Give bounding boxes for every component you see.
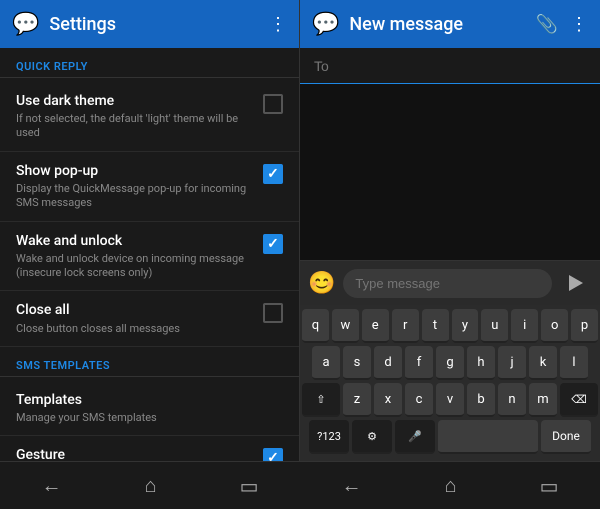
recent-button-right[interactable]: ▭ xyxy=(532,466,567,506)
key-d[interactable]: d xyxy=(374,346,402,380)
right-bottom-nav: ← ⌂ ▭ xyxy=(300,461,600,509)
setting-close-all[interactable]: Close all Close button closes all messag… xyxy=(0,291,299,346)
mic-key[interactable]: 🎤 xyxy=(395,420,435,454)
key-m[interactable]: m xyxy=(529,383,557,417)
keyboard: q w e r t y u i o p a s d f g h j k l ⇧ … xyxy=(300,305,600,461)
key-l[interactable]: l xyxy=(560,346,588,380)
left-bottom-nav: ← ⌂ ▭ xyxy=(0,461,300,509)
key-t[interactable]: t xyxy=(422,309,449,343)
key-e[interactable]: e xyxy=(362,309,389,343)
attach-icon[interactable]: 📎 xyxy=(536,14,558,35)
section-quick-reply: QUICK REPLY xyxy=(0,48,299,78)
keyboard-row-3: ⇧ z x c v b n m ⌫ xyxy=(302,383,598,417)
key-s[interactable]: s xyxy=(343,346,371,380)
show-popup-title: Show pop-up xyxy=(16,162,253,180)
compose-bar: 😊 xyxy=(300,260,600,305)
setting-dark-theme[interactable]: Use dark theme If not selected, the defa… xyxy=(0,82,299,152)
message-header: 💬 New message 📎 ⋮ xyxy=(300,0,600,48)
key-y[interactable]: y xyxy=(452,309,479,343)
setting-show-popup[interactable]: Show pop-up Display the QuickMessage pop… xyxy=(0,152,299,222)
shift-key[interactable]: ⇧ xyxy=(302,383,340,417)
setting-templates[interactable]: Templates Manage your SMS templates xyxy=(0,381,299,436)
key-c[interactable]: c xyxy=(405,383,433,417)
space-key[interactable] xyxy=(438,420,538,454)
message-panel: 💬 New message 📎 ⋮ 😊 q w e r t y u i o p xyxy=(300,0,600,509)
emoji-button[interactable]: 😊 xyxy=(308,271,335,296)
numbers-key[interactable]: ?123 xyxy=(309,420,349,454)
dark-theme-checkbox[interactable] xyxy=(263,94,283,114)
key-h[interactable]: h xyxy=(467,346,495,380)
message-input[interactable] xyxy=(343,269,552,298)
done-key[interactable]: Done xyxy=(541,420,591,454)
key-f[interactable]: f xyxy=(405,346,433,380)
back-button-left[interactable]: ← xyxy=(34,465,70,506)
settings-header: 💬 Settings ⋮ xyxy=(0,0,299,48)
key-n[interactable]: n xyxy=(498,383,526,417)
wake-unlock-desc: Wake and unlock device on incoming messa… xyxy=(16,252,253,281)
home-button-left[interactable]: ⌂ xyxy=(137,465,165,506)
message-menu-icon[interactable]: ⋮ xyxy=(570,14,588,35)
key-b[interactable]: b xyxy=(467,383,495,417)
key-u[interactable]: u xyxy=(481,309,508,343)
to-field[interactable] xyxy=(300,48,600,84)
key-r[interactable]: r xyxy=(392,309,419,343)
wake-unlock-checkbox[interactable] xyxy=(263,234,283,254)
send-arrow-icon xyxy=(569,275,583,291)
show-popup-checkbox[interactable] xyxy=(263,164,283,184)
home-button-right[interactable]: ⌂ xyxy=(437,465,465,506)
show-popup-desc: Display the QuickMessage pop-up for inco… xyxy=(16,182,253,211)
close-all-title: Close all xyxy=(16,301,253,319)
dark-theme-title: Use dark theme xyxy=(16,92,253,110)
message-app-icon: 💬 xyxy=(312,12,339,37)
settings-app-icon: 💬 xyxy=(12,12,39,37)
send-button[interactable] xyxy=(560,267,592,299)
settings-key[interactable]: ⚙ xyxy=(352,420,392,454)
key-w[interactable]: w xyxy=(332,309,359,343)
section-sms-templates: SMS TEMPLATES xyxy=(0,347,299,377)
recent-button-left[interactable]: ▭ xyxy=(232,466,267,506)
dark-theme-desc: If not selected, the default 'light' the… xyxy=(16,112,253,141)
key-o[interactable]: o xyxy=(541,309,568,343)
to-input[interactable] xyxy=(314,58,586,74)
key-q[interactable]: q xyxy=(302,309,329,343)
settings-menu-icon[interactable]: ⋮ xyxy=(269,14,287,35)
key-a[interactable]: a xyxy=(312,346,340,380)
key-j[interactable]: j xyxy=(498,346,526,380)
close-all-desc: Close button closes all messages xyxy=(16,322,253,336)
settings-panel: 💬 Settings ⋮ QUICK REPLY Use dark theme … xyxy=(0,0,300,509)
settings-content: QUICK REPLY Use dark theme If not select… xyxy=(0,48,299,509)
key-k[interactable]: k xyxy=(529,346,557,380)
key-p[interactable]: p xyxy=(571,309,598,343)
key-v[interactable]: v xyxy=(436,383,464,417)
templates-title: Templates xyxy=(16,391,273,409)
wake-unlock-title: Wake and unlock xyxy=(16,232,253,250)
message-body[interactable] xyxy=(300,84,600,260)
keyboard-row-2: a s d f g h j k l xyxy=(302,346,598,380)
keyboard-row-1: q w e r t y u i o p xyxy=(302,309,598,343)
message-header-icons: 📎 ⋮ xyxy=(536,14,588,35)
key-x[interactable]: x xyxy=(374,383,402,417)
setting-wake-unlock[interactable]: Wake and unlock Wake and unlock device o… xyxy=(0,222,299,292)
keyboard-row-4: ?123 ⚙ 🎤 Done xyxy=(302,420,598,454)
key-g[interactable]: g xyxy=(436,346,464,380)
key-z[interactable]: z xyxy=(343,383,371,417)
templates-desc: Manage your SMS templates xyxy=(16,411,273,425)
settings-title: Settings xyxy=(49,14,259,35)
backspace-key[interactable]: ⌫ xyxy=(560,383,598,417)
message-title: New message xyxy=(349,14,525,35)
back-button-right[interactable]: ← xyxy=(334,465,370,506)
key-i[interactable]: i xyxy=(511,309,538,343)
close-all-checkbox[interactable] xyxy=(263,303,283,323)
